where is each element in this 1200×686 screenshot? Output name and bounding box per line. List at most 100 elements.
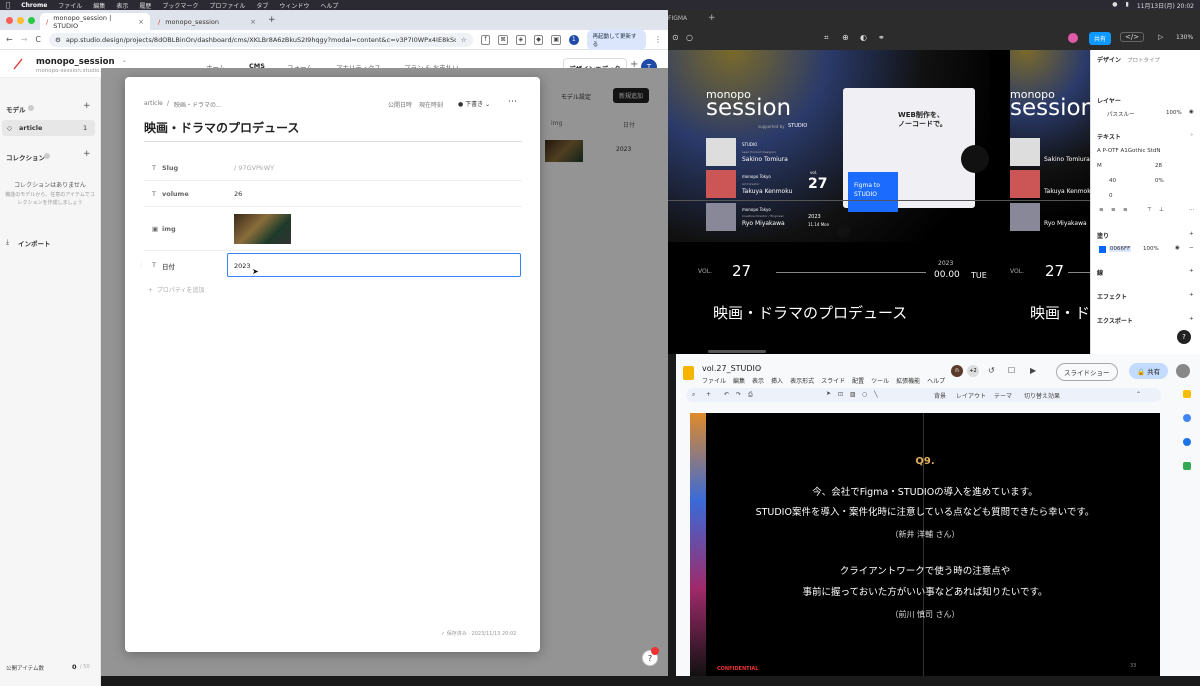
search-icon[interactable]: ⌕ — [692, 391, 695, 399]
comment-icon[interactable]: ○ — [686, 33, 693, 42]
add-stroke-icon[interactable]: + — [1189, 268, 1194, 274]
menu-history[interactable]: 履歴 — [139, 1, 151, 10]
mask-icon[interactable]: ◐ — [860, 33, 867, 42]
fill-swatch[interactable] — [1099, 246, 1106, 253]
add-collection-icon[interactable]: + — [83, 149, 91, 159]
font-family-select[interactable]: A P-OTF A1Gothic StdN — [1097, 148, 1161, 154]
forward-icon[interactable]: → — [21, 35, 28, 44]
import-icon[interactable]: ⤓ — [6, 238, 9, 247]
wifi-icon[interactable]: ● — [1112, 1, 1117, 10]
close-window-button[interactable] — [6, 17, 13, 24]
menu-item[interactable]: 挿入 — [771, 376, 783, 385]
zoom-level[interactable]: 130% — [1176, 34, 1193, 41]
menu-file[interactable]: ファイル — [58, 1, 82, 10]
select-cursor-icon[interactable]: ➤ — [826, 390, 831, 397]
menu-tab[interactable]: タブ — [256, 1, 268, 10]
align-left-icon[interactable]: ≡ — [1099, 207, 1104, 213]
bookmark-star-icon[interactable]: ☆ — [461, 36, 467, 44]
reload-icon[interactable]: C — [35, 35, 41, 44]
collapse-icon[interactable]: ⌃ — [1136, 391, 1141, 398]
slug-input[interactable]: / 97GVPkWY — [234, 164, 274, 172]
figma-share-button[interactable]: 共有 — [1089, 32, 1112, 45]
menu-edit[interactable]: 編集 — [93, 1, 105, 10]
close-icon[interactable]: × — [250, 18, 256, 26]
text-box-icon[interactable]: ⊡ — [838, 391, 843, 398]
menu-item[interactable]: ツール — [871, 376, 889, 385]
canvas-scrollbar[interactable] — [708, 350, 766, 353]
project-name[interactable]: monopo_session — [36, 57, 115, 67]
redo-icon[interactable]: ↷ — [736, 391, 741, 398]
menu-item[interactable]: ファイル — [702, 376, 726, 385]
meet-icon[interactable]: ▶ — [1030, 366, 1036, 375]
slide-frame[interactable]: monopo session supported by STUDIO STUDI… — [668, 50, 990, 242]
keep-icon[interactable] — [1183, 390, 1191, 398]
now-label[interactable]: 現在時刻 — [419, 100, 443, 109]
help-icon[interactable] — [44, 153, 50, 159]
add-property-button[interactable]: + プロパティを追加 — [148, 285, 204, 294]
toolbar-transition[interactable]: 切り替え効果 — [1024, 391, 1060, 400]
line-icon[interactable]: ╲ — [874, 391, 878, 398]
font-size-input[interactable]: 28 — [1155, 163, 1162, 169]
maps-icon[interactable] — [1183, 462, 1191, 470]
menu-item[interactable]: 配置 — [852, 376, 864, 385]
avatar[interactable]: n — [951, 365, 963, 377]
tab-design[interactable]: デザイン — [1097, 55, 1121, 64]
item-title[interactable]: 映画・ドラマのプロデュース — [144, 119, 299, 136]
line-height-input[interactable]: 40 — [1109, 178, 1116, 184]
project-switch-icon[interactable]: ⌃ — [122, 60, 127, 67]
add-model-icon[interactable]: + — [83, 101, 91, 111]
menu-bookmarks[interactable]: ブックマーク — [162, 1, 198, 10]
letter-spacing-input[interactable]: 0% — [1155, 178, 1164, 184]
relaunch-update-button[interactable]: 再起動して更新する — [586, 28, 646, 51]
sidebar-item-article[interactable]: ◇ article 1 — [2, 120, 95, 136]
image-icon[interactable]: ▨ — [850, 391, 856, 398]
site-info-icon[interactable]: ⚙ — [55, 36, 61, 44]
app-menu[interactable]: Chrome — [21, 2, 47, 9]
avatar[interactable] — [1068, 33, 1078, 43]
toolbar-background[interactable]: 背景 — [934, 391, 946, 400]
more-icon[interactable]: ⋯ — [508, 97, 517, 107]
img-thumbnail[interactable] — [234, 214, 291, 244]
component-icon[interactable]: ⊕ — [842, 33, 849, 42]
add-icon[interactable]: + — [706, 391, 711, 398]
print-icon[interactable]: ⎙ — [748, 391, 753, 399]
tab-studio[interactable]: / monopo_session | STUDIO × — [40, 13, 150, 30]
zoom-window-button[interactable] — [28, 17, 35, 24]
status-dropdown[interactable]: ● 下書き ⌄ — [458, 99, 490, 108]
eye-icon[interactable]: ◉ — [1175, 245, 1180, 251]
extension-icon[interactable]: ◆ — [533, 34, 544, 45]
back-icon[interactable]: ← — [6, 35, 13, 44]
clock[interactable]: 11月13日(月) 20:02 — [1137, 1, 1194, 10]
fill-opacity[interactable]: 100% — [1143, 246, 1159, 252]
menu-view[interactable]: 表示 — [116, 1, 128, 10]
extension-icon[interactable]: ◈ — [516, 34, 526, 45]
volume-input[interactable]: 26 — [234, 190, 242, 198]
kebab-menu-icon[interactable]: ⋮ — [654, 35, 662, 44]
studio-logo-icon[interactable] — [12, 58, 24, 70]
text-styles-icon[interactable]: ⁘ — [1189, 132, 1194, 138]
layer-opacity[interactable]: 100% — [1166, 110, 1182, 116]
slide-frame[interactable]: monopo session Sakino Tomiura Takuya Ken… — [1010, 50, 1090, 242]
url-bar[interactable]: ⚙ app.studio.design/projects/8dOBLBinOn/… — [49, 32, 473, 47]
link-icon[interactable]: ⚭ — [878, 33, 885, 42]
eye-icon[interactable]: ◉ — [1189, 109, 1194, 115]
paragraph-spacing-input[interactable]: 0 — [1109, 193, 1113, 199]
extension-icon[interactable]: f — [480, 34, 491, 45]
align-middle-icon[interactable]: ⊥ — [1159, 207, 1164, 213]
menu-item[interactable]: ヘルプ — [927, 376, 945, 385]
comment-icon[interactable]: ☐ — [1008, 366, 1015, 375]
slideshow-button[interactable]: スライドショー — [1056, 363, 1118, 381]
menu-item[interactable]: 編集 — [733, 376, 745, 385]
undo-icon[interactable]: ↶ — [724, 391, 729, 398]
help-icon[interactable] — [28, 105, 34, 111]
toolbar-layout[interactable]: レイアウト — [956, 391, 986, 400]
figma-canvas[interactable]: monopo session supported by STUDIO STUDI… — [668, 50, 1090, 354]
battery-icon[interactable]: ▮ — [1126, 1, 1129, 10]
new-tab-button[interactable]: + — [268, 15, 276, 25]
fill-hex-input[interactable]: 0066FF — [1109, 246, 1132, 252]
more-icon[interactable]: ⋯ — [1189, 207, 1195, 213]
publish-date-label[interactable]: 公開日時 — [388, 100, 412, 109]
close-icon[interactable]: × — [138, 18, 144, 26]
align-top-icon[interactable]: ⊤ — [1147, 207, 1152, 213]
history-icon[interactable]: ↺ — [988, 366, 995, 375]
